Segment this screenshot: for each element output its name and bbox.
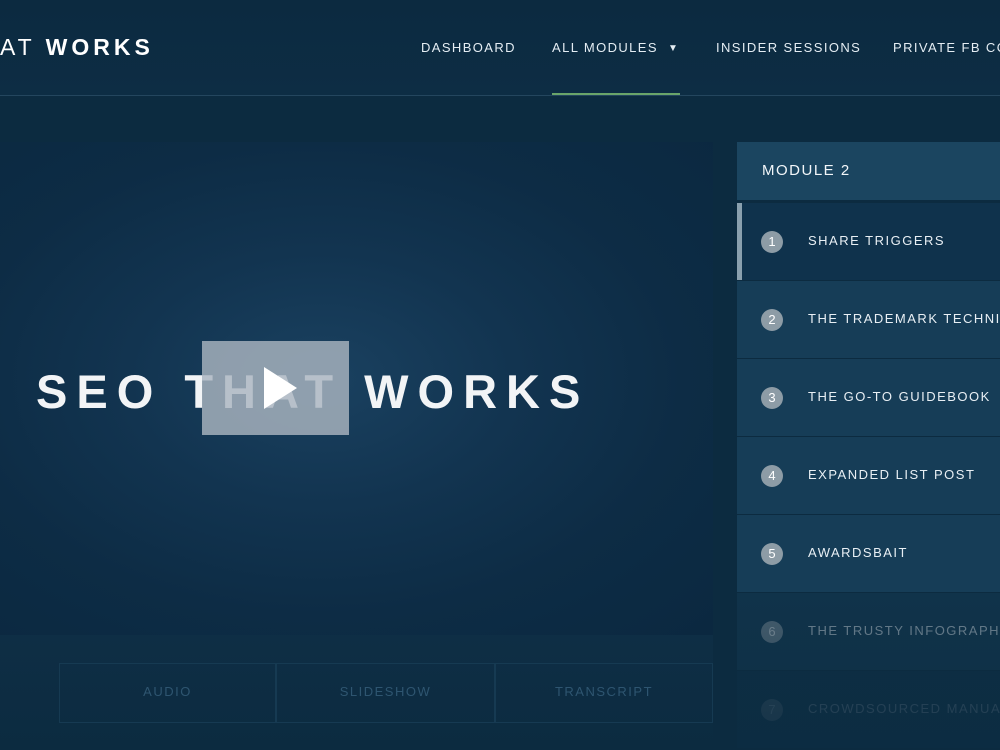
lesson-number: 7 <box>761 699 783 721</box>
lesson-item-6[interactable]: 6 THE TRUSTY INFOGRAPHI <box>737 593 1000 670</box>
logo-text-bold: WORKS <box>45 34 154 60</box>
play-button[interactable] <box>202 341 349 435</box>
module-title: MODULE 2 <box>737 142 1000 200</box>
nav-insider-sessions[interactable]: INSIDER SESSIONS <box>716 40 861 55</box>
lesson-label: AWARDSBAIT <box>808 545 908 560</box>
lesson-number: 4 <box>761 465 783 487</box>
nav-all-modules[interactable]: ALL MODULES ▼ <box>552 40 679 55</box>
logo-text-light: AT <box>0 34 46 60</box>
lesson-item-5[interactable]: 5 AWARDSBAIT <box>737 515 1000 592</box>
lesson-label: THE GO-TO GUIDEBOOK <box>808 389 991 404</box>
lesson-number: 2 <box>761 309 783 331</box>
lesson-number: 5 <box>761 543 783 565</box>
media-tabs: AUDIO SLIDESHOW TRANSCRIPT <box>0 635 713 750</box>
top-navigation-bar: AT WORKS DASHBOARD ALL MODULES ▼ INSIDER … <box>0 0 1000 96</box>
tab-transcript[interactable]: TRANSCRIPT <box>495 663 713 723</box>
tab-audio[interactable]: AUDIO <box>59 663 276 723</box>
lesson-number: 6 <box>761 621 783 643</box>
nav-dashboard[interactable]: DASHBOARD <box>421 40 516 55</box>
lesson-label: CROWDSOURCED MANUA <box>808 701 1000 716</box>
tab-slideshow[interactable]: SLIDESHOW <box>276 663 495 723</box>
lesson-number: 3 <box>761 387 783 409</box>
lesson-label: THE TRADEMARK TECHNI <box>808 311 1000 326</box>
nav-all-modules-label: ALL MODULES <box>552 40 658 55</box>
play-icon <box>264 367 297 409</box>
lesson-item-7[interactable]: 7 CROWDSOURCED MANUA <box>737 671 1000 748</box>
active-nav-indicator <box>552 93 680 95</box>
video-player[interactable]: SEO THAT WORKS <box>0 142 713 635</box>
lesson-item-2[interactable]: 2 THE TRADEMARK TECHNI <box>737 281 1000 358</box>
lesson-item-4[interactable]: 4 EXPANDED LIST POST <box>737 437 1000 514</box>
site-logo[interactable]: AT WORKS <box>0 34 154 61</box>
lesson-item-1[interactable]: 1 SHARE TRIGGERS <box>737 203 1000 280</box>
lesson-item-3[interactable]: 3 THE GO-TO GUIDEBOOK <box>737 359 1000 436</box>
caret-down-icon: ▼ <box>667 43 680 54</box>
lesson-label: SHARE TRIGGERS <box>808 233 946 248</box>
lesson-label: EXPANDED LIST POST <box>808 467 976 482</box>
module-lesson-panel: MODULE 2 1 SHARE TRIGGERS 2 THE TRADEMAR… <box>737 142 1000 750</box>
lesson-number: 1 <box>761 231 783 253</box>
nav-private-fb[interactable]: PRIVATE FB CO <box>893 40 1000 55</box>
lesson-label: THE TRUSTY INFOGRAPHI <box>808 623 1000 638</box>
